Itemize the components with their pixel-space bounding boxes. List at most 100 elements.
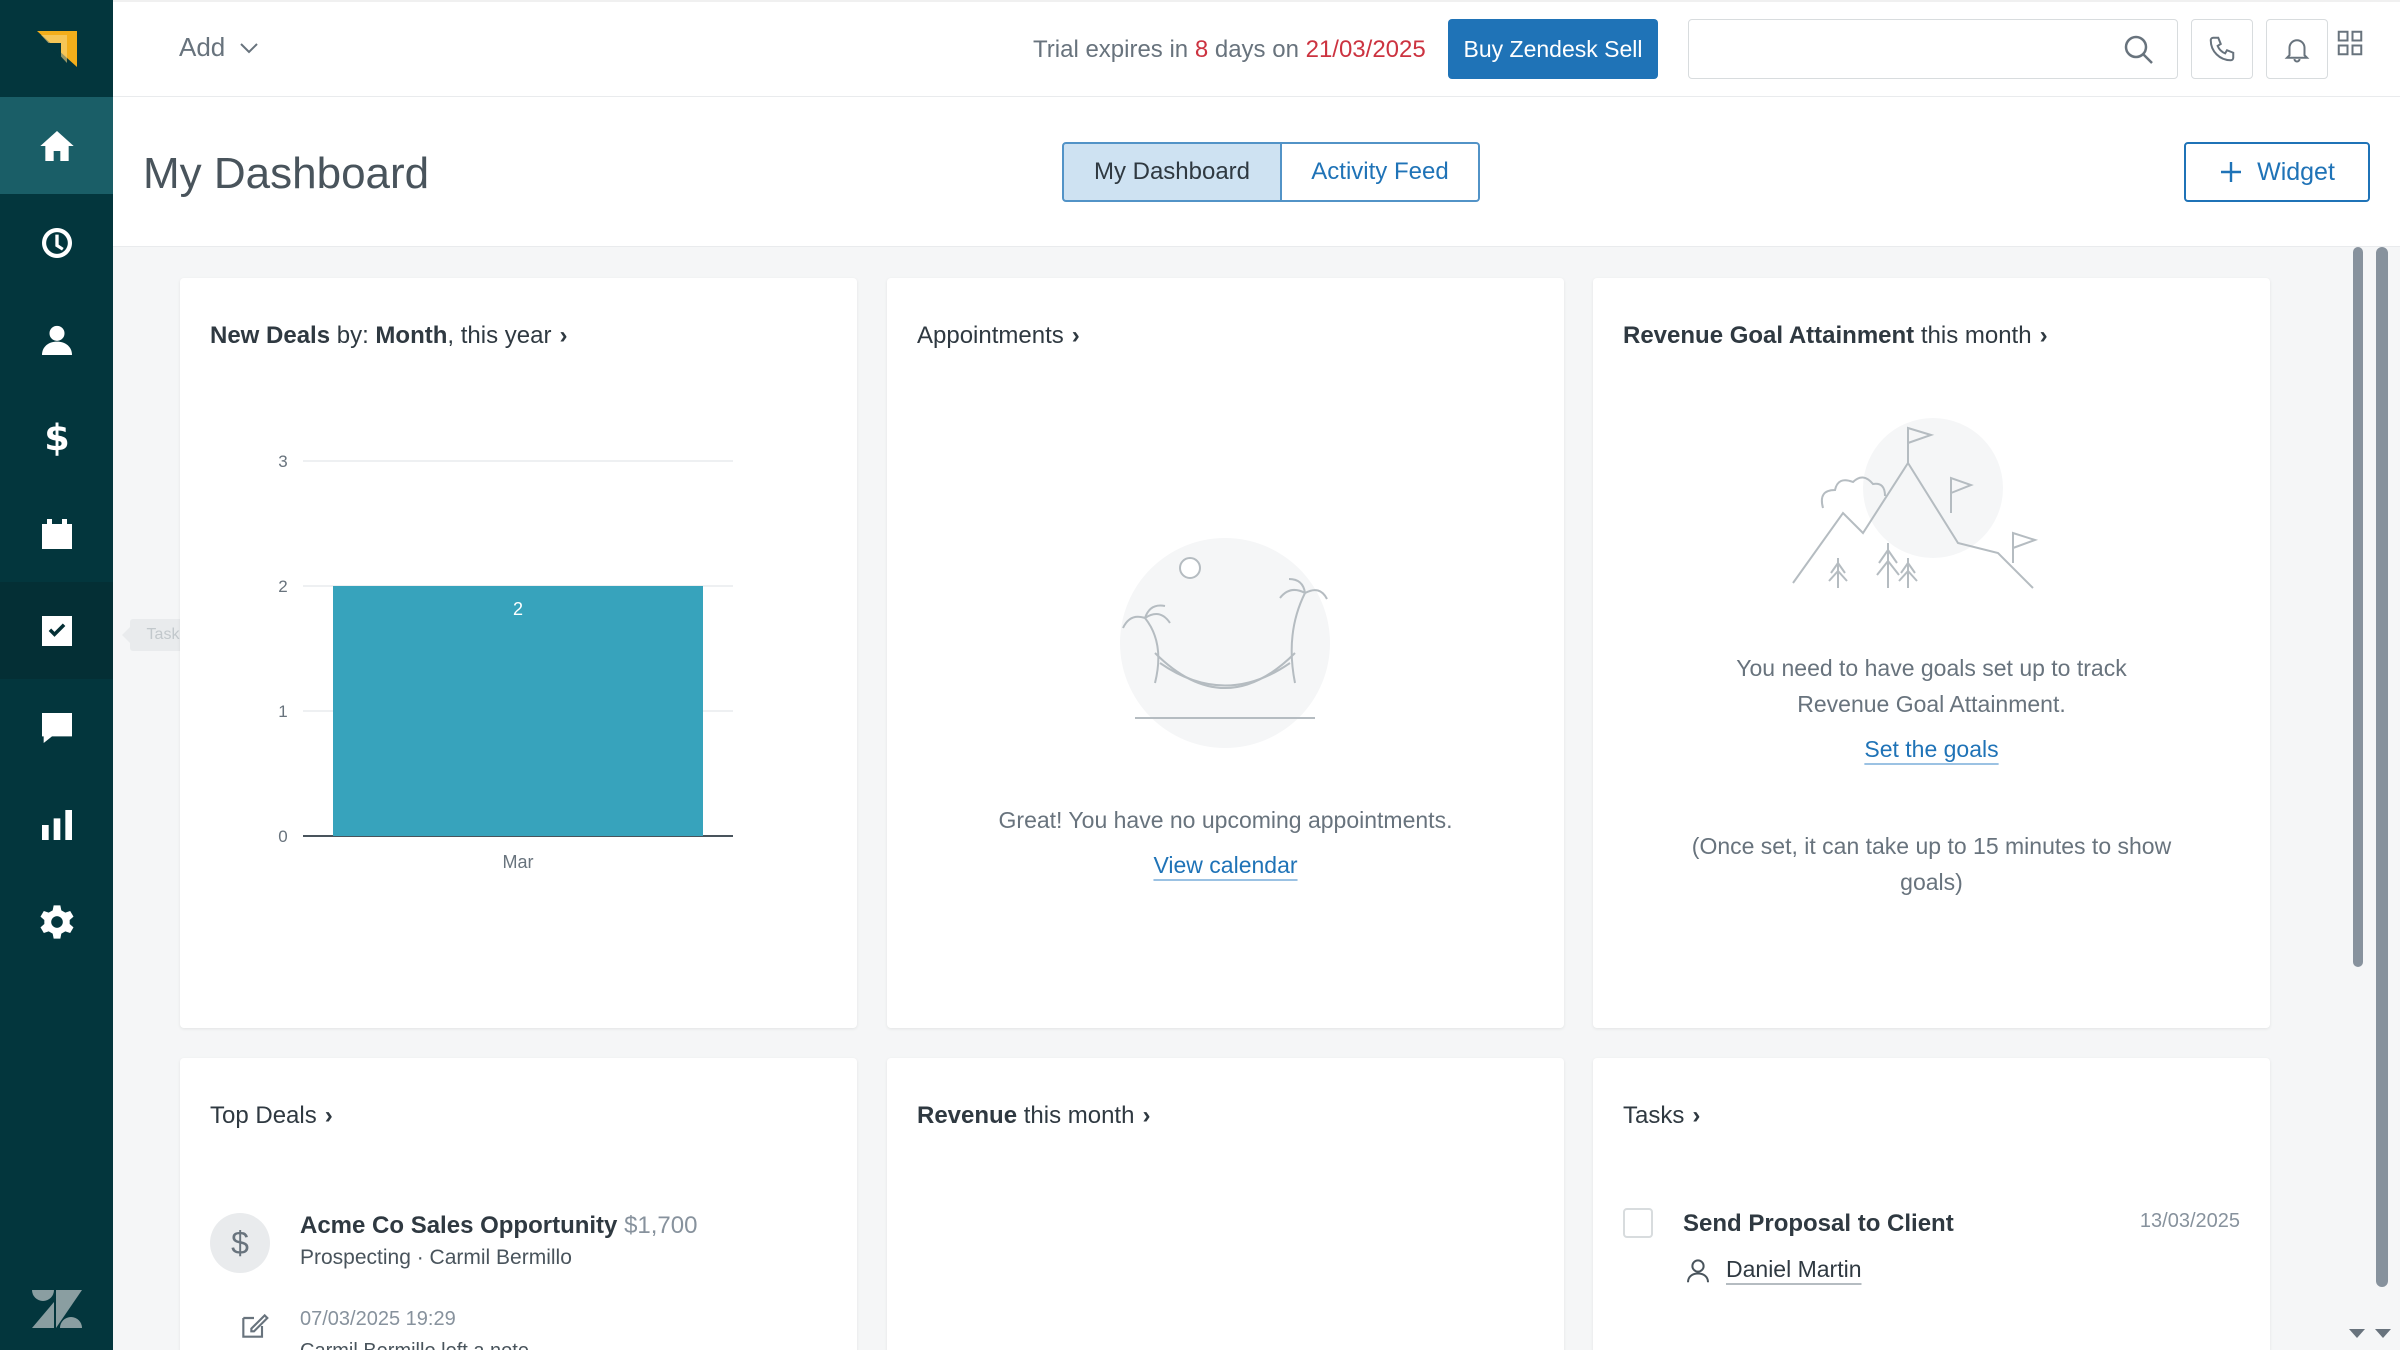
goal-note-line2: goals) (1900, 869, 1963, 895)
task-person-link[interactable]: Daniel Martin (1726, 1256, 1862, 1282)
y-tick-label: 0 (278, 827, 287, 846)
revenue-card: Revenue this month › (887, 1058, 1564, 1350)
widget-label: Widget (2257, 157, 2335, 186)
scroll-down-arrow-icon[interactable] (2348, 1328, 2366, 1340)
task-name[interactable]: Send Proposal to Client (1683, 1210, 1954, 1238)
trial-prefix: Trial expires in (1033, 36, 1189, 63)
goal-note-line1: (Once set, it can take up to 15 minutes … (1691, 833, 2172, 859)
inner-scrollbar[interactable] (2350, 247, 2366, 1350)
title-text: Tasks (1623, 1102, 1685, 1129)
chat-icon (41, 712, 72, 743)
chevron-down-icon (240, 42, 258, 53)
hammock-illustration-icon (1120, 538, 1330, 748)
person-icon (1687, 1259, 1709, 1283)
buy-button[interactable]: Buy Zendesk Sell (1448, 19, 1658, 79)
calendar-icon (41, 518, 72, 549)
sidebar-item-communications[interactable] (0, 679, 113, 776)
trial-days: 8 (1194, 36, 1209, 63)
deal-value: $1,700 (624, 1212, 698, 1239)
sidebar-item-settings[interactable] (0, 873, 113, 970)
top-deals-card: Top Deals › $ Acme Co Sales Opportunity $… (180, 1058, 857, 1350)
deal-name: Acme Co Sales Opportunity (300, 1212, 618, 1239)
sidebar-item-tasks[interactable] (0, 582, 113, 679)
add-dropdown[interactable]: Add (179, 32, 259, 63)
sidebar-item-reports[interactable] (0, 776, 113, 873)
add-widget-button[interactable]: Widget (2184, 142, 2370, 202)
mountains-illustration-icon (1792, 418, 2039, 589)
apps-button[interactable] (2335, 28, 2365, 63)
bell-icon (2284, 39, 2310, 63)
search-icon (2124, 35, 2153, 64)
grid-icon (2337, 30, 2363, 56)
y-tick-label: 1 (278, 702, 287, 721)
note-text: Carmil Bermillo left a note (300, 1340, 529, 1350)
view-calendar-wrap: View calendar (887, 852, 1564, 879)
note-time: 07/03/2025 19:29 (300, 1308, 456, 1330)
deal-row[interactable]: Acme Co Sales Opportunity $1,700 (300, 1212, 697, 1240)
scroll-down-arrow-icon[interactable] (2374, 1328, 2392, 1340)
new-deals-card: New Deals by: Month, this year › 0 1 2 3 2 Mar (180, 278, 857, 1028)
deal-meta: Prospecting · Carmil Bermillo (300, 1246, 572, 1269)
bar (333, 586, 703, 836)
search-input[interactable] (1688, 19, 2178, 79)
sidebar-item-contacts[interactable] (0, 291, 113, 388)
inner-scrollbar-thumb[interactable] (2353, 247, 2363, 967)
goal-message-line2: Revenue Goal Attainment. (1797, 691, 2066, 717)
page-title: My Dashboard (143, 149, 430, 198)
notifications-button[interactable] (2266, 19, 2328, 79)
leads-icon (41, 227, 72, 258)
tab-activity-feed[interactable]: Activity Feed (1282, 142, 1480, 202)
y-tick-label: 3 (278, 452, 287, 471)
sidebar-item-deals[interactable]: $ (0, 388, 113, 485)
new-deals-chart: 0 1 2 3 2 Mar (278, 452, 733, 872)
revenue-goal-title[interactable]: Revenue Goal Attainment this month › (1623, 322, 2048, 350)
revenue-goal-card: Revenue Goal Attainment this month › You … (1593, 278, 2270, 1028)
no-appointments-message: Great! You have no upcoming appointments… (998, 807, 1453, 833)
sidebar-item-home[interactable] (0, 97, 113, 194)
phone-icon (2209, 36, 2235, 62)
view-calendar-link[interactable]: View calendar (1153, 852, 1297, 878)
tasks-title[interactable]: Tasks › (1623, 1102, 1700, 1130)
task-date: 13/03/2025 (2139, 1210, 2240, 1232)
svg-text:$: $ (44, 417, 70, 457)
bar-chart-icon (41, 809, 72, 840)
tasks-card: Tasks › Send Proposal to Client 13/03/202… (1593, 1058, 2270, 1350)
chevron-right-icon: › (1692, 1102, 1701, 1129)
title-part: Revenue (917, 1102, 1018, 1129)
title-part: this month (1914, 322, 2032, 349)
logo-icon (36, 30, 77, 67)
task-row: Send Proposal to Client 13/03/2025 Danie… (1593, 1208, 2270, 1350)
page-scrollbar-thumb[interactable] (2376, 247, 2388, 1287)
dollar-icon: $ (44, 417, 70, 457)
phone-button[interactable] (2191, 19, 2253, 79)
page-header: My Dashboard My Dashboard Activity Feed … (113, 97, 2400, 247)
sidebar: $ (0, 0, 113, 1350)
task-person-wrap: Daniel Martin (1726, 1256, 1862, 1283)
revenue-title[interactable]: Revenue this month › (917, 1102, 1150, 1130)
top-deals-title[interactable]: Top Deals › (210, 1102, 333, 1130)
chevron-right-icon: › (1071, 322, 1080, 349)
add-label: Add (179, 32, 226, 62)
zendesk-logo[interactable] (0, 1290, 113, 1328)
bar-data-label: 2 (513, 599, 523, 619)
title-text: Top Deals (210, 1102, 317, 1129)
appointments-card: Appointments › Great! You have no upcomin… (887, 278, 1564, 1028)
person-icon (41, 325, 72, 355)
chevron-right-icon: › (1142, 1102, 1151, 1129)
trial-mid: days on (1214, 36, 1299, 63)
x-tick-label: Mar (503, 852, 534, 872)
tab-my-dashboard[interactable]: My Dashboard (1062, 142, 1282, 202)
task-checkbox[interactable] (1623, 1208, 1653, 1238)
appointments-title[interactable]: Appointments › (917, 322, 1080, 350)
zendesk-icon (31, 1290, 82, 1328)
view-switcher: My Dashboard Activity Feed (1062, 142, 1480, 202)
home-icon (39, 130, 74, 161)
goal-message-line1: You need to have goals set up to track (1736, 655, 2127, 681)
set-goals-link[interactable]: Set the goals (1864, 736, 1998, 762)
zendesk-sell-logo[interactable] (0, 0, 113, 97)
checkbox-icon (41, 615, 72, 646)
sidebar-item-calendar[interactable] (0, 485, 113, 582)
top-bar: Add Trial expires in 8 days on 21/03/202… (113, 0, 2400, 97)
title-part: Revenue Goal Attainment (1623, 322, 1915, 349)
sidebar-item-leads[interactable] (0, 194, 113, 291)
